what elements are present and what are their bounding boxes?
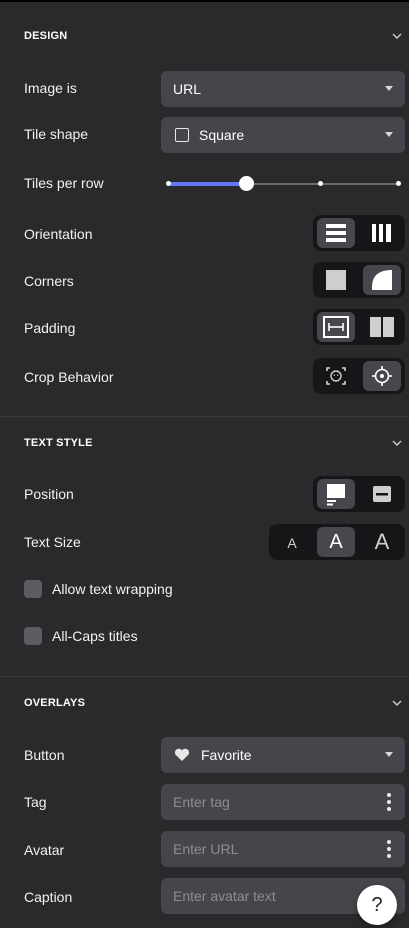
text-below-option[interactable] <box>317 479 355 509</box>
tile-shape-value: Square <box>199 127 245 143</box>
image-is-label: Image is <box>24 80 77 96</box>
position-label: Position <box>24 486 74 502</box>
settings-panel: DESIGN Image is URL Tile shape Square Ti… <box>0 0 409 928</box>
crop-behavior-label: Crop Behavior <box>24 369 114 385</box>
caption-label: Caption <box>24 889 73 905</box>
design-section-header[interactable]: DESIGN <box>0 18 409 58</box>
columns-icon <box>372 224 391 242</box>
avatar-input[interactable] <box>161 831 361 867</box>
image-is-value: URL <box>173 81 202 97</box>
tile-shape-label: Tile shape <box>24 126 89 142</box>
padding-toggle[interactable] <box>313 309 405 345</box>
allow-wrapping-label[interactable]: Allow text wrapping <box>52 581 173 597</box>
kebab-menu-icon[interactable] <box>387 840 391 858</box>
corners-label: Corners <box>24 273 74 289</box>
square-shape-icon <box>175 128 189 142</box>
text-style-section-title: TEXT STYLE <box>24 437 93 449</box>
text-size-toggle[interactable]: A A A <box>269 524 405 560</box>
chevron-down-icon[interactable] <box>391 437 403 449</box>
image-is-dropdown[interactable]: URL <box>161 71 405 107</box>
text-style-section-header[interactable]: TEXT STYLE <box>0 425 409 465</box>
section-divider <box>0 416 409 417</box>
text-size-large[interactable]: A <box>363 527 401 557</box>
design-section-title: DESIGN <box>24 30 68 42</box>
slider-thumb[interactable] <box>239 176 254 191</box>
rows-icon <box>326 224 346 242</box>
padding-none-option[interactable] <box>363 312 401 342</box>
slider-tick <box>166 181 171 186</box>
tag-field[interactable] <box>161 784 405 820</box>
center-target-option[interactable] <box>363 361 401 391</box>
tag-label: Tag <box>24 794 47 810</box>
text-position-toggle[interactable] <box>313 476 405 512</box>
corners-toggle[interactable] <box>313 262 405 298</box>
caret-down-icon <box>385 752 393 757</box>
center-target-icon <box>372 366 392 386</box>
tiles-per-row-label: Tiles per row <box>24 175 104 191</box>
text-size-medium-label: A <box>329 531 343 553</box>
text-overlay-icon <box>373 486 391 502</box>
overlays-section-title: OVERLAYS <box>24 697 86 709</box>
avatar-field[interactable] <box>161 831 405 867</box>
columns-option[interactable] <box>363 218 401 248</box>
all-caps-label[interactable]: All-Caps titles <box>52 628 138 644</box>
rounded-corners-option[interactable] <box>363 265 401 295</box>
square-corners-option[interactable] <box>317 265 355 295</box>
button-label: Button <box>24 747 65 763</box>
text-size-label: Text Size <box>24 534 81 550</box>
tag-input[interactable] <box>161 784 361 820</box>
padding-horizontal-option[interactable] <box>317 312 355 342</box>
padding-none-icon <box>370 317 394 337</box>
padding-label: Padding <box>24 320 76 336</box>
square-corners-icon <box>326 270 346 290</box>
caret-down-icon <box>385 132 393 137</box>
rounded-corners-icon <box>372 270 392 290</box>
avatar-label: Avatar <box>24 842 65 858</box>
overlays-section-header[interactable]: OVERLAYS <box>0 685 409 725</box>
orientation-toggle[interactable] <box>313 215 405 251</box>
kebab-menu-icon[interactable] <box>387 793 391 811</box>
rows-option[interactable] <box>317 218 355 248</box>
slider-fill <box>168 182 247 186</box>
tile-shape-dropdown[interactable]: Square <box>161 117 405 153</box>
section-divider <box>0 676 409 677</box>
button-value: Favorite <box>201 747 252 763</box>
button-dropdown[interactable]: Favorite <box>161 737 405 773</box>
slider-tick <box>396 181 401 186</box>
slider-tick <box>318 181 323 186</box>
caption-input[interactable] <box>161 878 361 914</box>
text-size-small-label: A <box>287 535 297 551</box>
chevron-down-icon[interactable] <box>391 30 403 42</box>
chevron-down-icon[interactable] <box>391 697 403 709</box>
text-size-medium[interactable]: A <box>317 527 355 557</box>
caret-down-icon <box>385 86 393 91</box>
text-size-large-label: A <box>374 529 390 554</box>
orientation-label: Orientation <box>24 226 93 242</box>
help-button[interactable]: ? <box>357 885 397 925</box>
all-caps-checkbox[interactable] <box>24 627 42 645</box>
crop-behavior-toggle[interactable] <box>313 358 405 394</box>
allow-wrapping-checkbox[interactable] <box>24 580 42 598</box>
face-crop-option[interactable] <box>317 361 355 391</box>
face-crop-icon <box>326 367 346 385</box>
text-size-small[interactable]: A <box>273 527 311 557</box>
text-below-icon <box>327 484 345 506</box>
heart-icon <box>174 748 190 761</box>
text-overlay-option[interactable] <box>363 479 401 509</box>
padding-horizontal-icon <box>323 316 349 338</box>
